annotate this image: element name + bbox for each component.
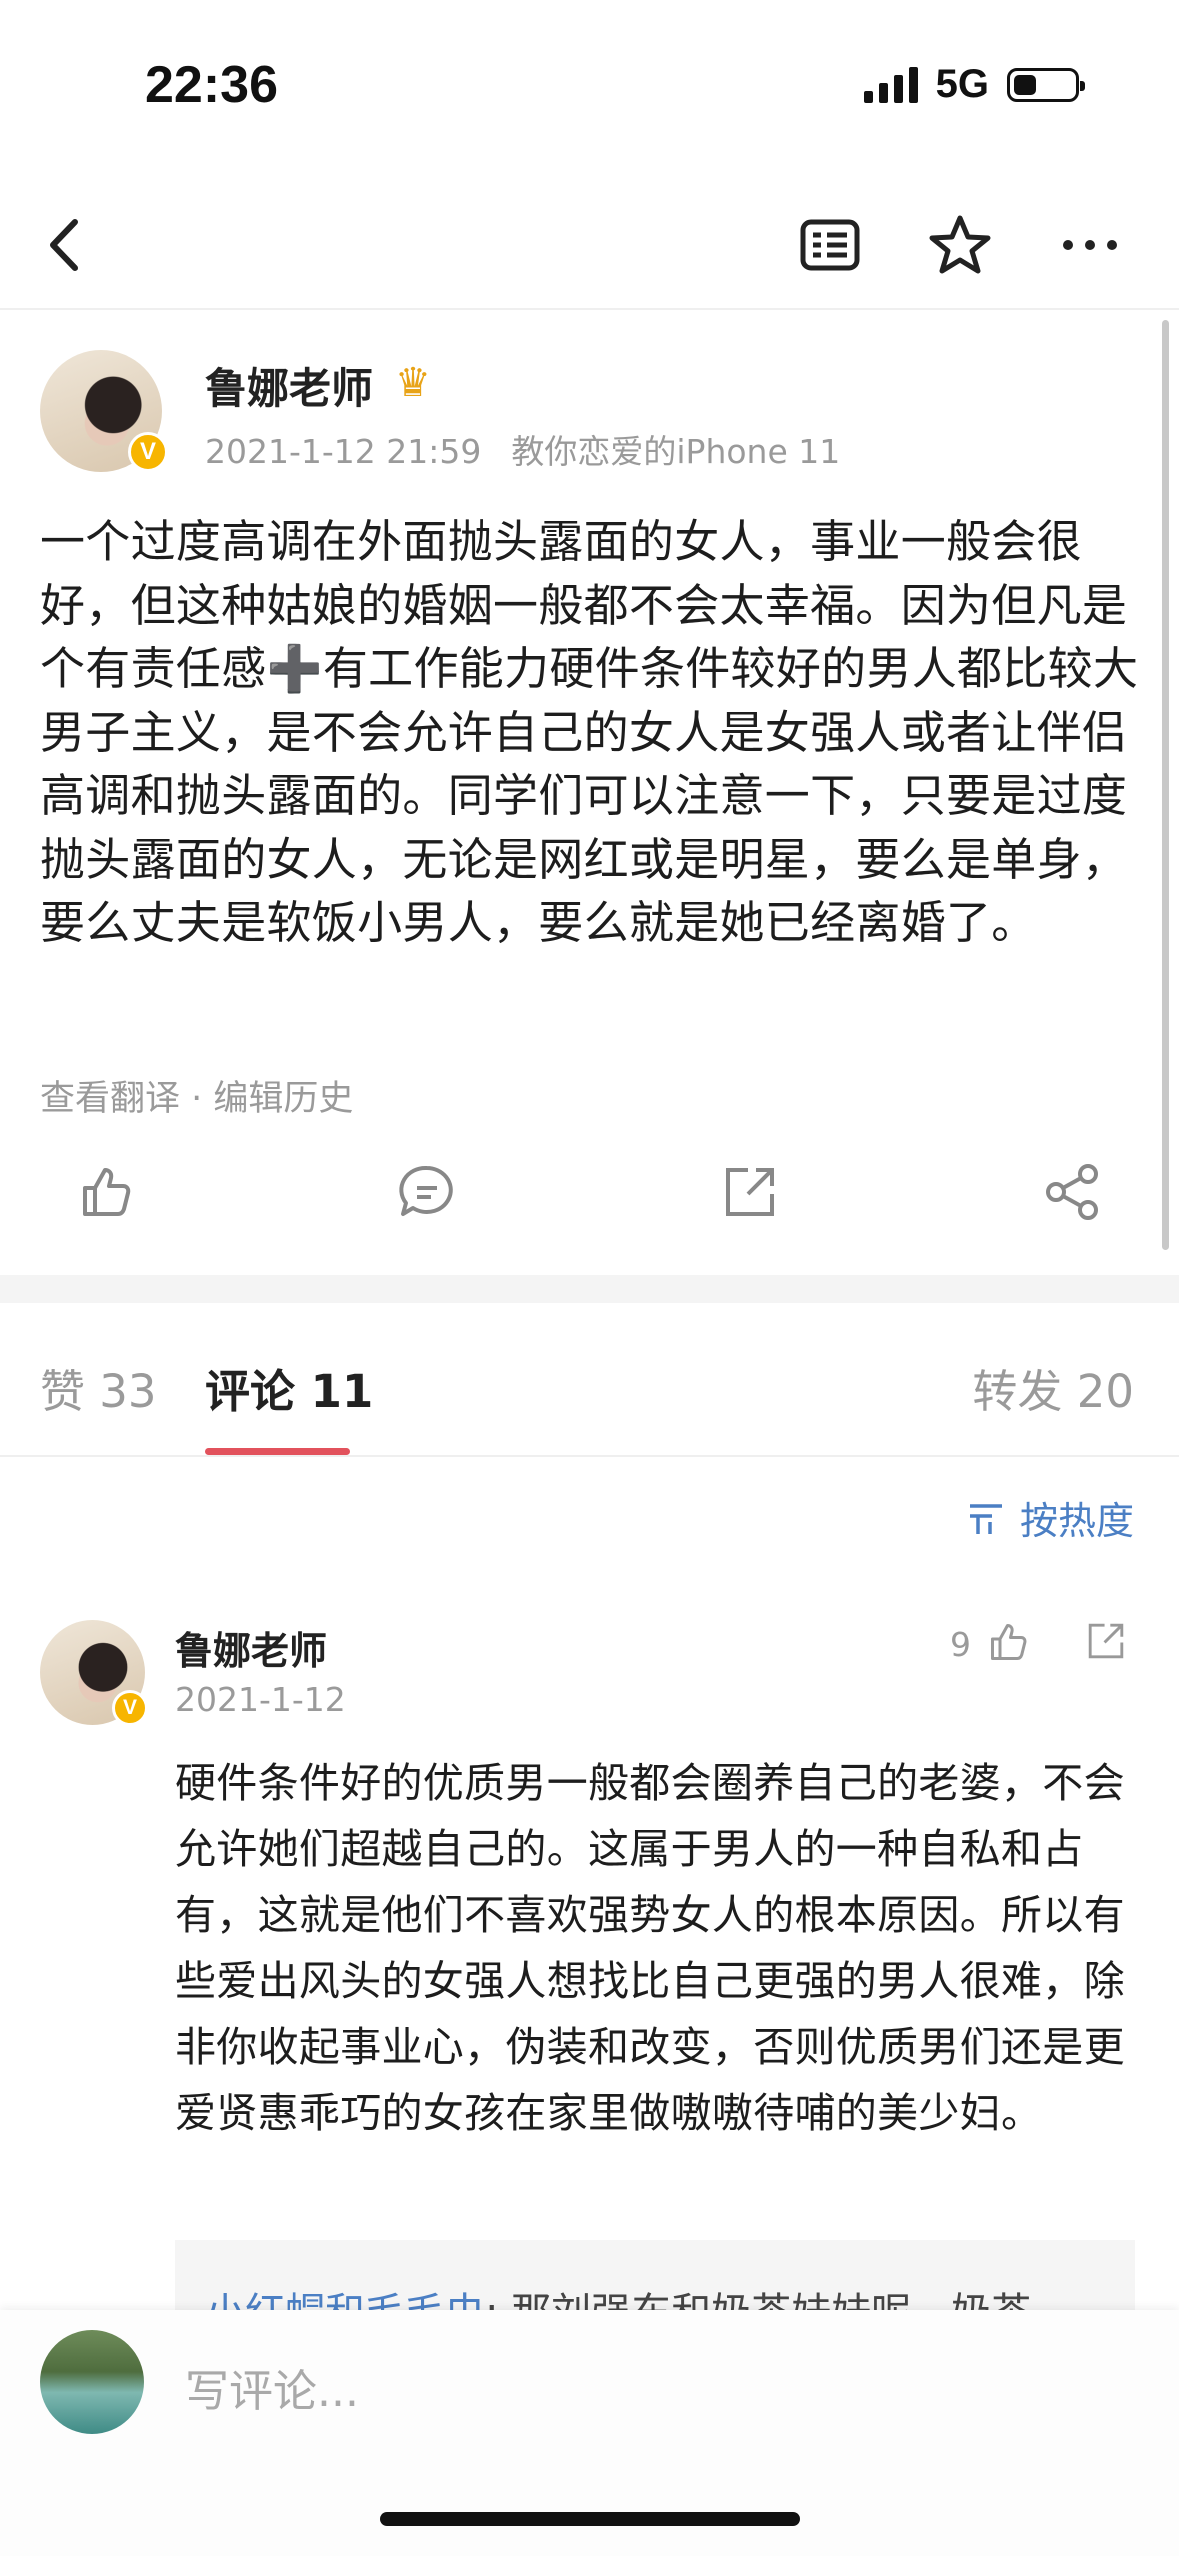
comment-like-icon[interactable] [985, 1618, 1033, 1666]
post-source: 教你恋爱的iPhone 11 [511, 432, 841, 471]
comment-date: 2021-1-12 [175, 1680, 346, 1719]
comment-author-name[interactable]: 鲁娜老师 [175, 1620, 327, 1675]
plus-icon: ➕ [266, 642, 323, 695]
tab-likes[interactable]: 赞 33 [40, 1355, 157, 1420]
crown-icon: ♛ [395, 360, 431, 406]
comment-input[interactable]: 写评论... [185, 2355, 359, 2419]
verified-badge-icon: V [128, 432, 168, 472]
nav-divider [0, 308, 1179, 310]
translate-edit-history-links[interactable]: 查看翻译 · 编辑历史 [40, 1070, 353, 1121]
sort-icon [969, 1503, 1002, 1534]
post-author-name[interactable]: 鲁娜老师 [205, 355, 373, 416]
signal-icon [863, 66, 918, 103]
battery-icon [1007, 67, 1085, 102]
commenter-verified-badge-icon: V [112, 1690, 148, 1726]
comment-repost-icon[interactable] [1083, 1618, 1129, 1664]
like-icon[interactable] [75, 1160, 139, 1224]
nav-bar [0, 185, 1179, 305]
post-actions [0, 1160, 1179, 1240]
post-date: 2021-1-12 21:59 [205, 432, 482, 471]
comment-like-count: 9 [950, 1625, 971, 1664]
status-time: 22:36 [145, 56, 278, 114]
sort-by-hot-button[interactable]: 按热度 [966, 1490, 1134, 1545]
tab-comments[interactable]: 评论 11 [205, 1355, 373, 1420]
post-text: 一个过度高调在外面抛头露面的女人，事业一般会很好，但这种姑娘的婚姻一般都不会太幸… [40, 510, 1150, 955]
back-icon[interactable] [35, 210, 95, 280]
tabs-divider [0, 1455, 1179, 1457]
more-icon[interactable] [1055, 210, 1125, 280]
network-type: 5G [935, 62, 989, 106]
repost-icon[interactable] [718, 1160, 782, 1224]
post-meta: 2021-1-12 21:59 教你恋爱的iPhone 11 [205, 425, 840, 473]
scrollbar[interactable] [1162, 320, 1169, 1250]
reader-mode-icon[interactable] [795, 210, 865, 280]
comment-icon[interactable] [395, 1160, 459, 1224]
favorite-star-icon[interactable] [925, 210, 995, 280]
status-indicators: 5G [863, 62, 1085, 107]
comment-text: 硬件条件好的优质男一般都会圈养自己的老婆，不会允许她们超越自己的。这属于男人的一… [175, 1759, 1125, 2137]
section-gap [0, 1275, 1179, 1303]
share-icon[interactable] [1040, 1160, 1104, 1224]
sort-label: 按热度 [1019, 1499, 1134, 1543]
my-avatar [40, 2330, 144, 2434]
active-tab-indicator [205, 1448, 350, 1455]
home-indicator [380, 2512, 800, 2526]
tab-reposts[interactable]: 转发 20 [972, 1355, 1134, 1420]
